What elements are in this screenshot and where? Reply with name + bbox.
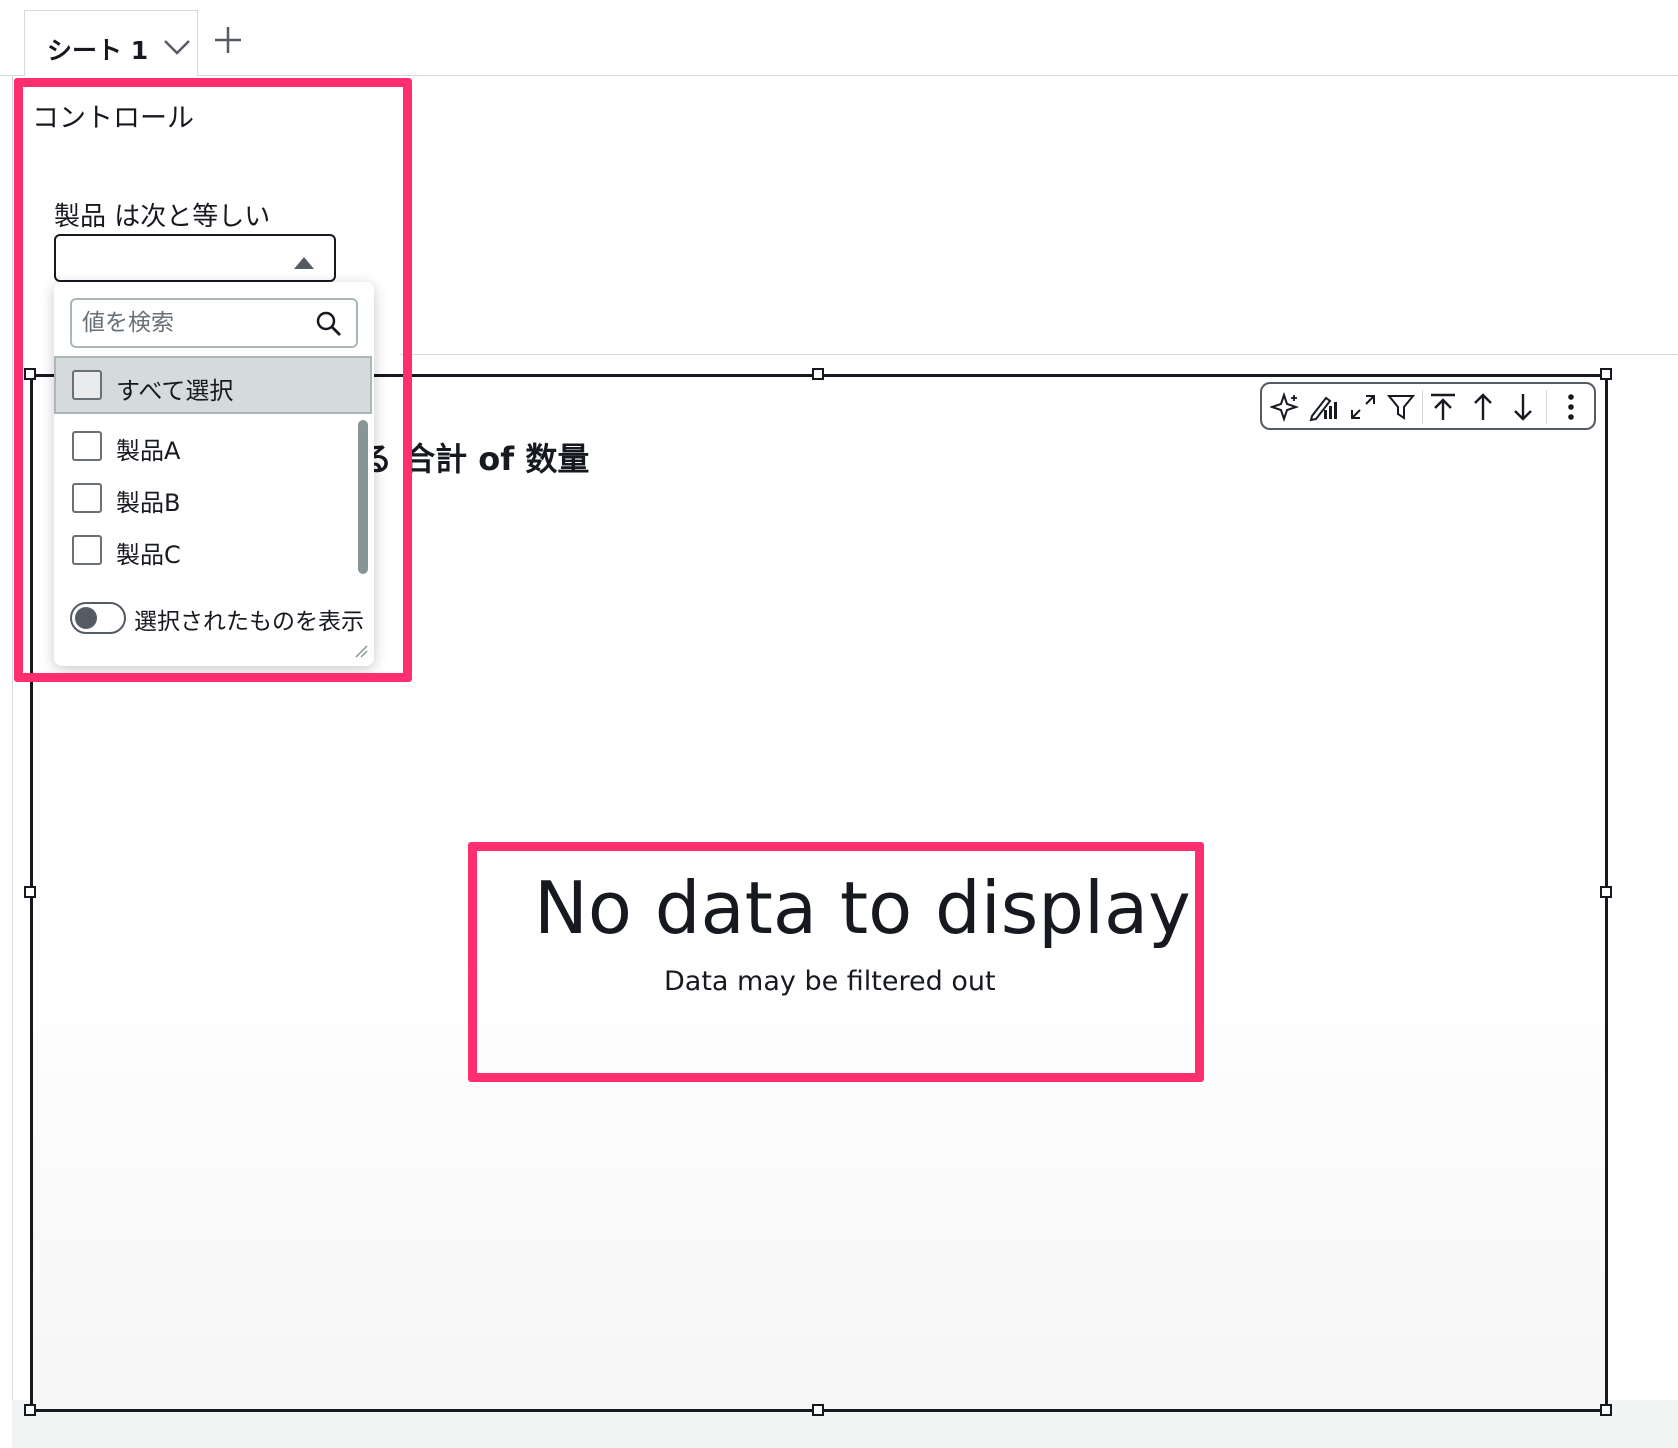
option-checkbox[interactable]: [72, 431, 102, 461]
search-icon[interactable]: [316, 311, 342, 341]
resize-handle-top-right[interactable]: [1600, 368, 1612, 380]
empty-state-title: No data to display: [534, 866, 1191, 950]
toolbar-separator: [1422, 390, 1423, 424]
resize-handle-bottom[interactable]: [812, 1404, 824, 1416]
control-section-divider: [400, 354, 1678, 355]
caret-up-icon: [294, 254, 314, 273]
move-down-icon[interactable]: [1508, 392, 1538, 422]
format-visual-icon[interactable]: [1308, 392, 1338, 422]
filter-dropdown-panel: すべて選択 製品A 製品B 製品C 選択されたものを表示: [54, 282, 374, 666]
empty-state-subtitle: Data may be filtered out: [664, 966, 996, 997]
filter-icon[interactable]: [1386, 392, 1416, 422]
list-item-product-a[interactable]: 製品A: [54, 418, 374, 474]
analysis-canvas: シート 1 コントロール 製品 は次と等しい すべて選択: [0, 0, 1678, 1448]
select-all-label: すべて選択: [116, 377, 234, 405]
search-field[interactable]: [70, 298, 358, 348]
option-checkbox[interactable]: [72, 535, 102, 565]
select-all-option[interactable]: すべて選択: [54, 356, 372, 414]
list-scrollbar[interactable]: [358, 420, 368, 574]
chevron-down-icon[interactable]: [163, 37, 191, 61]
sparkle-icon[interactable]: [1268, 391, 1300, 423]
toggle-knob: [75, 607, 97, 629]
select-all-checkbox[interactable]: [72, 370, 102, 400]
option-checkbox[interactable]: [72, 483, 102, 513]
sheet-tab[interactable]: シート 1: [24, 10, 198, 76]
resize-handle-bottom-right[interactable]: [1600, 1404, 1612, 1416]
resize-handle-top[interactable]: [812, 368, 824, 380]
search-input[interactable]: [82, 306, 302, 340]
option-label: 製品B: [116, 489, 181, 517]
resize-handle-bottom-left[interactable]: [24, 1404, 36, 1416]
control-section-title: コントロール: [32, 103, 194, 134]
add-sheet-icon[interactable]: [214, 26, 242, 58]
resize-handle-top-left[interactable]: [24, 368, 36, 380]
more-options-icon[interactable]: [1556, 392, 1586, 422]
move-up-icon[interactable]: [1468, 392, 1498, 422]
visual-title[interactable]: る 合計 of 数量: [360, 434, 589, 480]
show-selected-row: 選択されたものを表示: [70, 600, 370, 640]
list-item-product-c[interactable]: 製品C: [54, 522, 374, 578]
show-selected-toggle[interactable]: [70, 602, 126, 634]
filter-dropdown[interactable]: [54, 234, 336, 282]
move-to-top-icon[interactable]: [1428, 392, 1458, 422]
option-label: 製品A: [116, 437, 181, 465]
option-label: 製品C: [116, 541, 181, 569]
visual-toolbar: [1260, 382, 1596, 430]
sheet-tab-bar: シート 1: [0, 0, 1678, 76]
resize-handle-right[interactable]: [1600, 886, 1612, 898]
resize-handle-icon[interactable]: [354, 643, 368, 662]
filter-control-label: 製品 は次と等しい: [54, 202, 271, 232]
resize-handle-left[interactable]: [24, 886, 36, 898]
expand-icon[interactable]: [1348, 392, 1378, 422]
list-item-product-b[interactable]: 製品B: [54, 470, 374, 526]
page-left-border: [12, 76, 13, 1448]
show-selected-label: 選択されたものを表示: [134, 609, 364, 635]
toolbar-separator: [1546, 390, 1547, 424]
sheet-tab-label: シート 1: [47, 36, 149, 65]
